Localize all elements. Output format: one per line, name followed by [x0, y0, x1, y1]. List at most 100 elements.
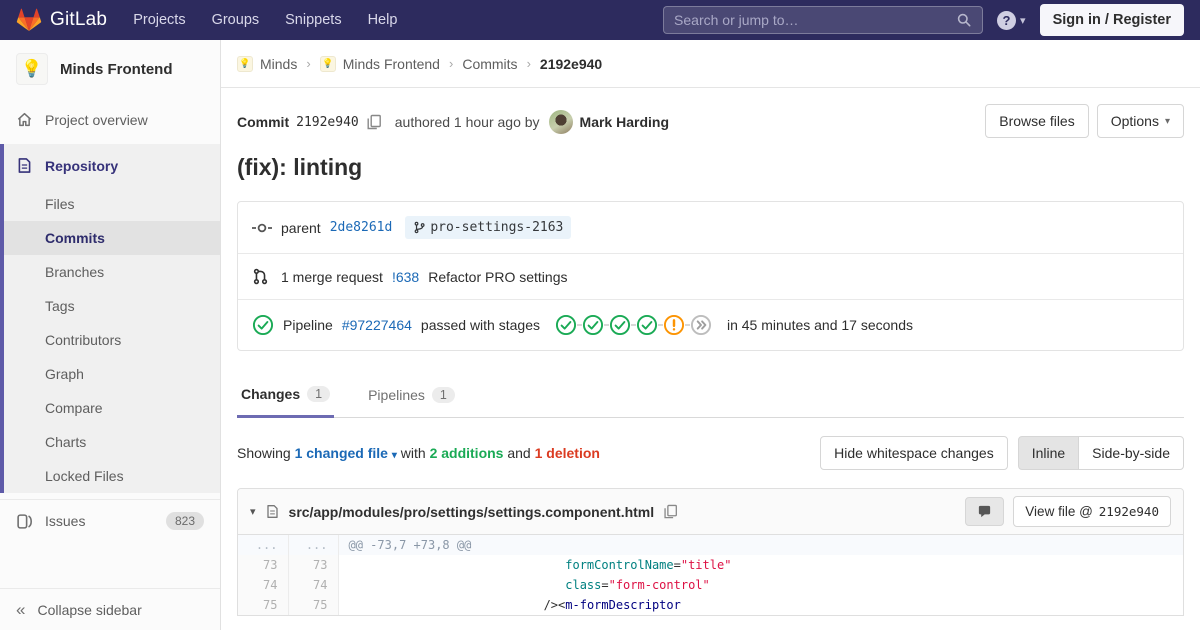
top-navbar: GitLab Projects Groups Snippets Help ? ▾… [0, 0, 1200, 40]
sidebar-item-compare[interactable]: Compare [4, 391, 220, 425]
changes-count-badge: 1 [307, 386, 330, 402]
nav-snippets[interactable]: Snippets [285, 12, 341, 28]
stage-success-icon[interactable] [555, 314, 577, 336]
comment-bubble-icon [977, 504, 992, 519]
stage-skipped-icon[interactable] [690, 314, 712, 336]
sidebar-item-files[interactable]: Files [4, 187, 220, 221]
commit-tabs: Changes 1 Pipelines 1 [237, 375, 1184, 418]
code-line: /><m-formDescriptor [338, 595, 1183, 615]
gitlab-logo[interactable]: GitLab [16, 7, 107, 33]
nav-help[interactable]: Help [368, 12, 398, 28]
breadcrumb-project[interactable]: 💡 Minds Frontend [320, 56, 440, 72]
diff-file: ▾ src/app/modules/pro/settings/settings.… [237, 488, 1184, 616]
breadcrumb-commits[interactable]: Commits [462, 56, 517, 72]
sidebar-item-repository[interactable]: Repository [4, 144, 220, 187]
sidebar-item-contributors[interactable]: Contributors [4, 323, 220, 357]
old-line-number[interactable]: 74 [238, 575, 288, 595]
options-dropdown-button[interactable]: Options ▾ [1097, 104, 1184, 138]
double-chevron-left-icon: « [16, 601, 25, 618]
project-name: Minds Frontend [60, 61, 173, 78]
collapse-diff-caret-icon[interactable]: ▾ [250, 505, 256, 518]
stage-warning-icon[interactable] [663, 314, 685, 336]
search-input[interactable] [674, 12, 956, 28]
sidebar-item-branches[interactable]: Branches [4, 255, 220, 289]
commit-meta-row: Commit 2192e940 authored 1 hour ago by M… [237, 104, 1184, 138]
commit-info-box: parent 2de8261d pro-settings-2163 [237, 201, 1184, 351]
question-icon: ? [997, 11, 1016, 30]
sidebar-item-locked-files[interactable]: Locked Files [4, 459, 220, 493]
pipeline-duration: in 45 minutes and 17 seconds [727, 317, 913, 333]
breadcrumb-group[interactable]: 💡 Minds [237, 56, 297, 72]
diff-summary: Showing 1 changed file ▾ with 2 addition… [237, 445, 600, 461]
project-avatar-small: 💡 [320, 56, 336, 72]
merge-request-icon [252, 268, 272, 285]
parent-sha-link[interactable]: 2de8261d [330, 220, 393, 235]
diff-line-row: 73 73 formControlName="title" [238, 555, 1183, 575]
branch-badge[interactable]: pro-settings-2163 [405, 216, 571, 239]
merge-request-link[interactable]: !638 [392, 269, 419, 285]
nav-projects[interactable]: Projects [133, 12, 185, 28]
pipeline-id-link[interactable]: #97227464 [342, 317, 412, 333]
tab-changes[interactable]: Changes 1 [237, 375, 334, 418]
inline-view-button[interactable]: Inline [1018, 436, 1079, 470]
collapse-sidebar-button[interactable]: « Collapse sidebar [0, 588, 220, 630]
tab-pipelines[interactable]: Pipelines 1 [364, 375, 459, 417]
diff-line-row: 75 75 /><m-formDescriptor [238, 595, 1183, 615]
issues-icon [16, 513, 33, 530]
sidebar-item-project-overview[interactable]: Project overview [0, 99, 220, 140]
sidebar-item-commits[interactable]: Commits [4, 221, 220, 255]
stage-success-icon[interactable] [636, 314, 658, 336]
old-line-number: ... [238, 535, 288, 555]
side-by-side-view-button[interactable]: Side-by-side [1078, 436, 1184, 470]
merge-request-text: 1 merge request [281, 269, 383, 285]
additions-count: 2 additions [430, 445, 504, 461]
diff-hunk-row: ... ... @@ -73,7 +73,8 @@ [238, 535, 1183, 555]
deletions-count: 1 deletion [535, 445, 600, 461]
stage-success-icon[interactable] [609, 314, 631, 336]
brand-text: GitLab [50, 9, 107, 31]
sidebar-item-graph[interactable]: Graph [4, 357, 220, 391]
breadcrumb-separator: › [527, 56, 531, 71]
merge-request-row: 1 merge request !638 Refactor PRO settin… [238, 253, 1183, 299]
sidebar-item-label: Repository [45, 158, 118, 174]
tanuki-icon [16, 7, 42, 33]
sidebar-item-tags[interactable]: Tags [4, 289, 220, 323]
sidebar-item-issues[interactable]: Issues 823 [0, 499, 220, 542]
diff-file-header: ▾ src/app/modules/pro/settings/settings.… [238, 489, 1183, 535]
group-avatar: 💡 [237, 56, 253, 72]
copy-path-button[interactable] [663, 504, 678, 519]
sidebar-project[interactable]: 💡 Minds Frontend [0, 40, 220, 99]
pipeline-row: Pipeline #97227464 passed with stages [238, 299, 1183, 350]
author-avatar[interactable] [549, 110, 573, 134]
diff-table: ... ... @@ -73,7 +73,8 @@ 73 73 formCont… [238, 535, 1183, 615]
sidebar-item-label: Issues [45, 513, 85, 529]
old-line-number[interactable]: 73 [238, 555, 288, 575]
new-line-number[interactable]: 74 [288, 575, 338, 595]
sidebar: 💡 Minds Frontend Project overview Reposi… [0, 40, 221, 630]
global-search[interactable] [663, 6, 983, 34]
file-path-link[interactable]: src/app/modules/pro/settings/settings.co… [289, 504, 655, 520]
view-file-button[interactable]: View file @ 2192e940 [1013, 496, 1171, 527]
browse-files-button[interactable]: Browse files [985, 104, 1088, 138]
nav-groups[interactable]: Groups [212, 12, 260, 28]
commit-icon [252, 221, 272, 235]
search-icon [956, 12, 972, 28]
help-dropdown[interactable]: ? ▾ [997, 11, 1026, 30]
stage-success-icon[interactable] [582, 314, 604, 336]
new-line-number[interactable]: 75 [288, 595, 338, 615]
pipeline-status-success-icon [252, 314, 274, 336]
toggle-comments-button[interactable] [965, 497, 1004, 526]
diff-line-row: 74 74 class="form-control" [238, 575, 1183, 595]
new-line-number[interactable]: 73 [288, 555, 338, 575]
changed-files-dropdown[interactable]: 1 changed file ▾ [295, 445, 397, 461]
authored-text: authored 1 hour ago by [395, 114, 540, 130]
parent-label: parent [281, 220, 321, 236]
hide-whitespace-button[interactable]: Hide whitespace changes [820, 436, 1008, 470]
old-line-number[interactable]: 75 [238, 595, 288, 615]
author-name[interactable]: Mark Harding [580, 114, 669, 130]
copy-sha-button[interactable] [366, 114, 382, 130]
sign-in-button[interactable]: Sign in / Register [1040, 4, 1184, 36]
collapse-label: Collapse sidebar [37, 602, 141, 618]
sidebar-item-label: Project overview [45, 112, 148, 128]
sidebar-item-charts[interactable]: Charts [4, 425, 220, 459]
